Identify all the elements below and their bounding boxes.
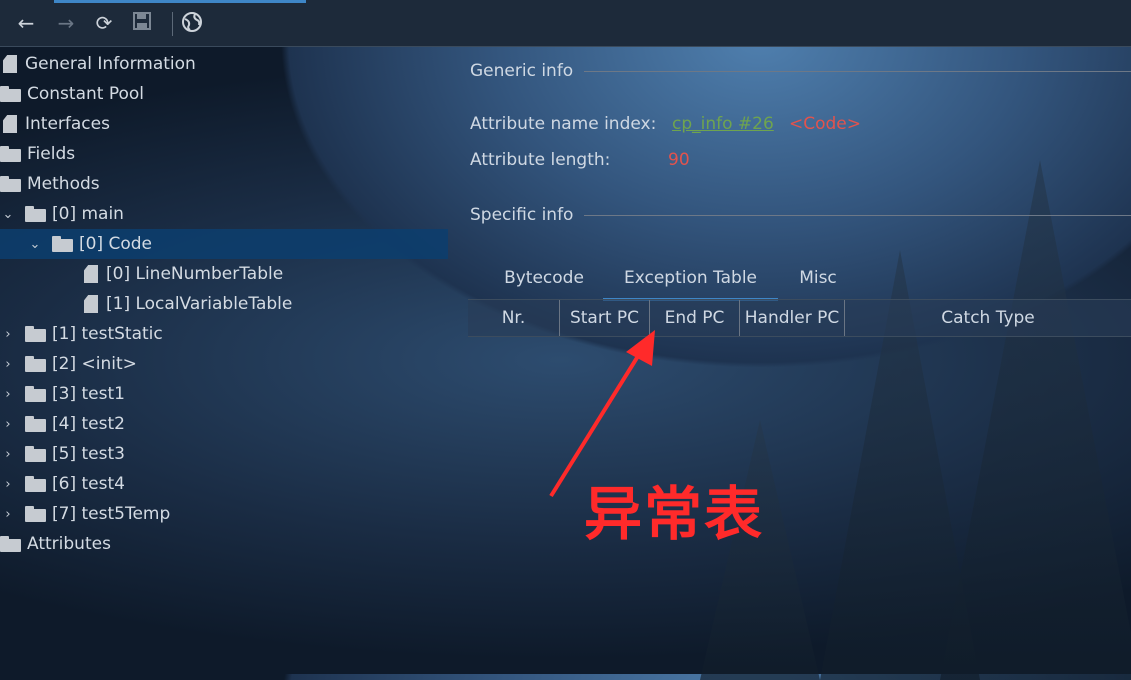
annotation-text: 异常表: [584, 480, 765, 548]
annotation-arrow-head: [626, 330, 655, 366]
annotation-arrow: [549, 330, 655, 498]
